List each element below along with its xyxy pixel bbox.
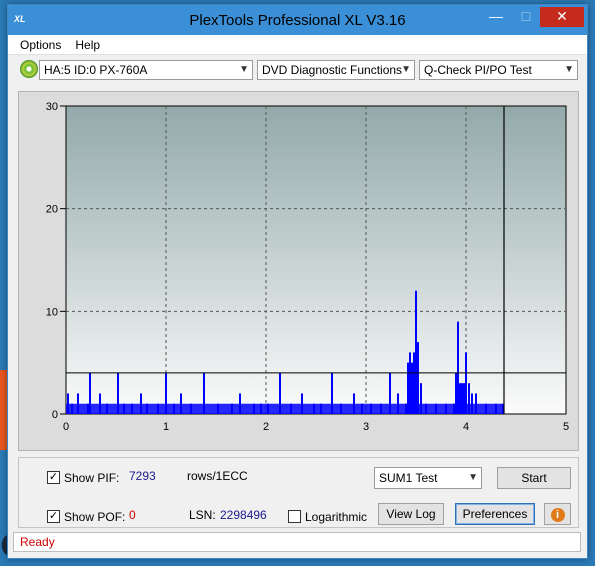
x-tick-label: 0	[63, 421, 69, 433]
chevron-down-icon: ▼	[564, 64, 574, 75]
function-select[interactable]: DVD Diagnostic Functions ▼	[257, 60, 415, 80]
rows-unit-label: rows/1ECC	[187, 469, 248, 483]
drive-select[interactable]: HA:5 ID:0 PX-760A ▼	[39, 60, 253, 80]
menu-bar: Options Help	[8, 35, 587, 55]
show-pif-label: Show PIF:	[64, 471, 120, 485]
view-log-button[interactable]: View Log	[378, 503, 444, 525]
sum-test-select-value: SUM1 Test	[379, 471, 438, 485]
drive-select-value: HA:5 ID:0 PX-760A	[44, 63, 148, 77]
maximize-button[interactable]: □	[512, 7, 540, 27]
start-button[interactable]: Start	[497, 467, 571, 489]
x-tick-label: 5	[563, 421, 569, 433]
x-tick-label: 3	[363, 421, 369, 433]
title-bar[interactable]: XL PlexTools Professional XL V3.16 — □ ✕	[8, 5, 587, 35]
x-tick-label: 2	[263, 421, 269, 433]
y-tick-label: 0	[52, 409, 58, 421]
main-window: XL PlexTools Professional XL V3.16 — □ ✕…	[7, 4, 588, 559]
preferences-button[interactable]: Preferences	[455, 503, 535, 525]
controls-panel: ✓ Show PIF: 7293 rows/1ECC ✓ Show POF: 0…	[18, 457, 579, 528]
info-icon: i	[550, 508, 565, 522]
pi-po-chart: 0 1 2 3 4 5 0 10 20 30	[46, 101, 569, 433]
chevron-down-icon: ▼	[468, 472, 478, 483]
menu-help[interactable]: Help	[75, 38, 100, 52]
x-tick-label: 4	[463, 421, 469, 433]
test-select[interactable]: Q-Check PI/PO Test ▼	[419, 60, 578, 80]
minimize-button[interactable]: —	[480, 7, 512, 27]
chevron-down-icon: ▼	[239, 64, 249, 75]
pi-bar	[457, 321, 459, 414]
show-pof-label: Show POF:	[64, 510, 126, 524]
plot-area	[65, 105, 567, 415]
chevron-down-icon: ▼	[401, 64, 411, 75]
x-tick-label: 1	[163, 421, 169, 433]
lsn-value: 2298496	[220, 508, 267, 522]
sum-test-select[interactable]: SUM1 Test ▼	[374, 467, 482, 489]
logarithmic-label: Logarithmic	[305, 510, 368, 524]
pif-value: 7293	[129, 469, 156, 483]
lsn-label: LSN:	[189, 508, 216, 522]
y-tick-label: 20	[46, 204, 58, 216]
y-tick-label: 10	[46, 306, 58, 318]
pof-value: 0	[129, 508, 136, 522]
y-tick-label: 30	[46, 101, 58, 113]
show-pif-checkbox[interactable]: ✓	[47, 471, 60, 484]
toolbar: HA:5 ID:0 PX-760A ▼ DVD Diagnostic Funct…	[8, 55, 587, 85]
pi-bar	[417, 342, 419, 414]
status-text: Ready	[20, 535, 55, 549]
pi-po-chart-panel: 0 1 2 3 4 5 0 10 20 30	[18, 91, 579, 451]
function-select-value: DVD Diagnostic Functions	[262, 63, 403, 77]
close-button[interactable]: ✕	[540, 7, 584, 27]
show-pof-checkbox[interactable]: ✓	[47, 510, 60, 523]
info-button[interactable]: i	[544, 503, 571, 525]
pi-bar	[415, 290, 417, 414]
status-bar: Ready	[13, 532, 581, 552]
pi-baseline-band	[66, 403, 504, 414]
disc-drive-icon	[20, 60, 38, 78]
logarithmic-checkbox[interactable]	[288, 510, 301, 523]
test-select-value: Q-Check PI/PO Test	[424, 63, 532, 77]
menu-options[interactable]: Options	[20, 38, 61, 52]
